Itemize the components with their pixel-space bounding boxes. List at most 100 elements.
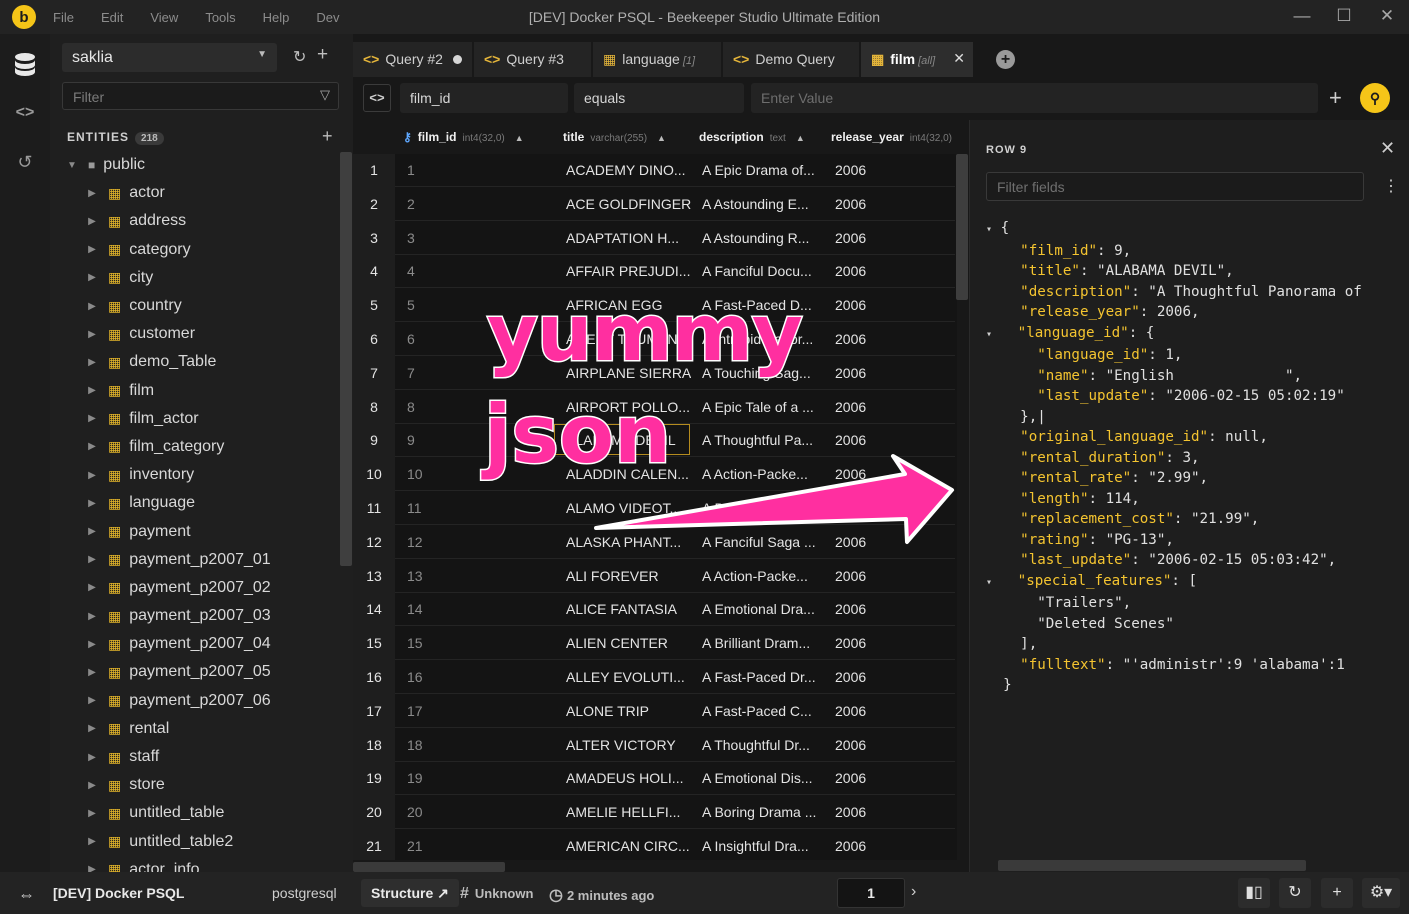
cell-film-id[interactable]: 14: [407, 601, 423, 617]
table-item[interactable]: ▶ ▦ film_actor: [50, 405, 340, 433]
add-entity-icon[interactable]: +: [322, 126, 333, 147]
chevron-right-icon[interactable]: ▶: [86, 244, 98, 255]
new-tab-icon[interactable]: +: [996, 50, 1015, 69]
chevron-right-icon[interactable]: ▶: [86, 780, 98, 791]
cell-description[interactable]: A Action-Packe...: [702, 568, 824, 584]
cell-description[interactable]: A Emotional Dis...: [702, 770, 824, 786]
cell-title[interactable]: ACADEMY DINO...: [566, 162, 691, 178]
cell-film-id[interactable]: 7: [407, 365, 415, 381]
table-row[interactable]: 21 21 AMERICAN CIRC... A Insightful Dra... 2…: [353, 830, 957, 860]
table-row[interactable]: 3 3 ADAPTATION H... A Astounding R... 2006: [353, 222, 957, 256]
cell-film-id[interactable]: 8: [407, 399, 415, 415]
tab-demo-query[interactable]: <> Demo Query: [723, 42, 859, 77]
filter-value-input[interactable]: Enter Value: [751, 83, 1318, 113]
cell-release-year[interactable]: 2006: [835, 669, 866, 685]
cell-description[interactable]: A Fast-Paced Dr...: [702, 669, 824, 685]
collapse-arrow-icon[interactable]: ▾: [986, 329, 992, 340]
table-item[interactable]: ▶ ▦ demo_Table: [50, 348, 340, 376]
menu-help[interactable]: Help: [263, 10, 290, 25]
column-header-film-id[interactable]: ⚷ film_id int4(32,0) ▲: [403, 130, 524, 144]
table-item[interactable]: ▶ ▦ payment_p2007_02: [50, 574, 340, 602]
chevron-right-icon[interactable]: ▶: [86, 385, 98, 396]
cell-description[interactable]: A Fast-Paced D...: [702, 297, 824, 313]
table-row[interactable]: 16 16 ALLEY EVOLUTI... A Fast-Paced Dr... 20…: [353, 661, 957, 695]
chevron-right-icon[interactable]: ▶: [86, 808, 98, 819]
cell-description[interactable]: A Fanciful Docu...: [702, 263, 824, 279]
cell-film-id[interactable]: 2: [407, 196, 415, 212]
cell-film-id[interactable]: 5: [407, 297, 415, 313]
sort-icon[interactable]: ▲: [796, 133, 805, 143]
table-item[interactable]: ▶ ▦ film_category: [50, 433, 340, 461]
chevron-right-icon[interactable]: ▶: [86, 188, 98, 199]
cell-release-year[interactable]: 2006: [835, 568, 866, 584]
table-row[interactable]: 7 7 AIRPLANE SIERRA A Touching Sag... 2006: [353, 357, 957, 391]
sort-icon[interactable]: ▲: [515, 133, 524, 143]
table-item[interactable]: ▶ ▦ address: [50, 207, 340, 235]
cell-film-id[interactable]: 21: [407, 838, 423, 854]
table-row[interactable]: 5 5 AFRICAN EGG A Fast-Paced D... 2006: [353, 289, 957, 323]
cell-release-year[interactable]: 2006: [835, 770, 866, 786]
add-filter-icon[interactable]: +: [1329, 85, 1342, 111]
cell-release-year[interactable]: 2006: [835, 432, 866, 448]
filter-operator-select[interactable]: equals: [574, 83, 744, 113]
cell-description[interactable]: A Epic Tale of a ...: [702, 399, 824, 415]
structure-button[interactable]: Structure ↗: [361, 879, 459, 907]
cell-film-id[interactable]: 15: [407, 635, 423, 651]
minimize-icon[interactable]: —: [1291, 6, 1313, 26]
cell-release-year[interactable]: 2006: [835, 196, 866, 212]
filter-field-select[interactable]: film_id: [400, 83, 568, 113]
search-icon[interactable]: ⚲: [1360, 83, 1390, 113]
table-item[interactable]: ▶ ▦ category: [50, 236, 340, 264]
chevron-right-icon[interactable]: ▶: [86, 639, 98, 650]
close-tab-icon[interactable]: ✕: [953, 50, 965, 67]
table-row[interactable]: 17 17 ALONE TRIP A Fast-Paced C... 2006: [353, 695, 957, 729]
cell-film-id[interactable]: 4: [407, 263, 415, 279]
connection-link-icon[interactable]: ⇔: [18, 885, 35, 905]
sidebar-scrollbar[interactable]: [340, 152, 352, 566]
table-item[interactable]: ▶ ▦ untitled_table: [50, 799, 340, 827]
chevron-right-icon[interactable]: ▶: [86, 695, 98, 706]
cell-title[interactable]: AMERICAN CIRC...: [566, 838, 691, 854]
tab-query-3[interactable]: <> Query #3: [474, 42, 591, 77]
chevron-right-icon[interactable]: ▶: [86, 498, 98, 509]
cell-title[interactable]: ALLEY EVOLUTI...: [566, 669, 691, 685]
cell-release-year[interactable]: 2006: [835, 297, 866, 313]
cell-title[interactable]: AIRPLANE SIERRA: [566, 365, 691, 381]
table-row[interactable]: 14 14 ALICE FANTASIA A Emotional Dra... 2006: [353, 593, 957, 627]
cell-title[interactable]: ALI FOREVER: [566, 568, 691, 584]
cell-description[interactable]: A Action-Packe...: [702, 466, 824, 482]
table-item[interactable]: ▶ ▦ payment_p2007_01: [50, 546, 340, 574]
cell-film-id[interactable]: 19: [407, 770, 423, 786]
cell-description[interactable]: A Touching Sag...: [702, 365, 824, 381]
table-row[interactable]: 18 18 ALTER VICTORY A Thoughtful Dr... 2006: [353, 729, 957, 763]
cell-description[interactable]: A Astounding R...: [702, 230, 824, 246]
collapse-arrow-icon[interactable]: ▾: [986, 577, 992, 588]
cell-title[interactable]: AMADEUS HOLI...: [566, 770, 691, 786]
chevron-right-icon[interactable]: ▶: [86, 357, 98, 368]
more-options-icon[interactable]: ⋮: [1383, 176, 1399, 196]
cell-release-year[interactable]: 2006: [835, 601, 866, 617]
cell-title[interactable]: ALTER VICTORY: [566, 737, 691, 753]
table-row[interactable]: 10 10 ALADDIN CALEN... A Action-Packe... 200…: [353, 458, 957, 492]
close-window-icon[interactable]: ✕: [1376, 6, 1398, 26]
cell-description[interactable]: A Insightful Dra...: [702, 838, 824, 854]
cell-description[interactable]: A Brilliant Dram...: [702, 635, 824, 651]
cell-release-year[interactable]: 2006: [835, 230, 866, 246]
chevron-right-icon[interactable]: ▶: [86, 441, 98, 452]
cell-description[interactable]: A Intrepid Panor...: [702, 331, 824, 347]
cell-title[interactable]: ADAPTATION H...: [566, 230, 691, 246]
table-item[interactable]: ▶ ▦ payment_p2007_05: [50, 658, 340, 686]
column-header-title[interactable]: title varchar(255) ▲: [563, 130, 666, 144]
raw-filter-toggle-icon[interactable]: <>: [363, 84, 391, 112]
cell-title[interactable]: ALIEN CENTER: [566, 635, 691, 651]
column-header-release-year[interactable]: release_year int4(32,0): [831, 130, 952, 144]
cell-title[interactable]: AGENT TRUMAN: [566, 331, 691, 347]
cell-description[interactable]: A Thoughtful Dr...: [702, 737, 824, 753]
column-header-description[interactable]: description text ▲: [699, 130, 805, 144]
cell-title[interactable]: AFRICAN EGG: [566, 297, 691, 313]
cell-title[interactable]: AFFAIR PREJUDI...: [566, 263, 691, 279]
table-item[interactable]: ▶ ▦ film: [50, 377, 340, 405]
chevron-right-icon[interactable]: ›: [911, 883, 916, 901]
cell-release-year[interactable]: 2006: [835, 466, 866, 482]
schema-row[interactable]: ▼ ■ public: [50, 151, 340, 179]
